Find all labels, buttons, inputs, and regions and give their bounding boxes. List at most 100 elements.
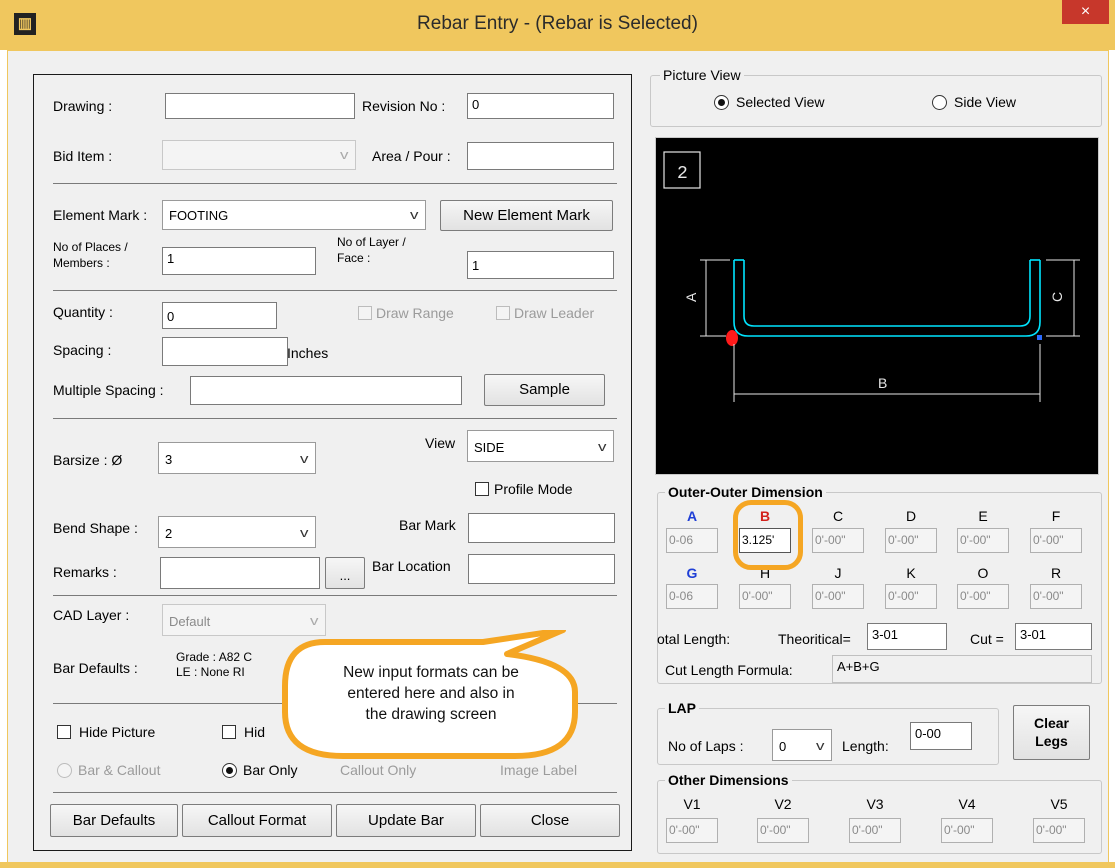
dimension-input-r[interactable]: 0'-00" bbox=[1030, 584, 1082, 609]
bar-mark-input[interactable] bbox=[468, 513, 615, 543]
cad-layer-value: Default bbox=[169, 614, 211, 629]
other-dimensions-group-label: Other Dimensions bbox=[665, 772, 792, 788]
layer-input[interactable]: 1 bbox=[467, 251, 614, 279]
window-frame-bottom bbox=[0, 862, 1115, 868]
cad-layer-label: CAD Layer : bbox=[53, 607, 130, 623]
bar-mark-label: Bar Mark bbox=[399, 517, 456, 533]
element-mark-select[interactable]: FOOTING v bbox=[162, 200, 426, 230]
chevron-down-icon: v bbox=[309, 613, 318, 628]
other-dimension-input-v5[interactable]: 0'-00" bbox=[1033, 818, 1085, 843]
other-dimension-input-v4[interactable]: 0'-00" bbox=[941, 818, 993, 843]
revision-input[interactable]: 0 bbox=[467, 93, 614, 119]
cut-length-input[interactable]: 3-01 bbox=[1015, 623, 1092, 650]
dimension-header-o: O bbox=[977, 565, 989, 581]
dimension-input-d[interactable]: 0'-00" bbox=[885, 528, 937, 553]
layer-label-line2: Face : bbox=[337, 251, 371, 265]
chevron-down-icon: v bbox=[299, 525, 308, 540]
dimension-header-f: F bbox=[1051, 508, 1061, 524]
dimension-input-k[interactable]: 0'-00" bbox=[885, 584, 937, 609]
laps-select[interactable]: 0v bbox=[772, 729, 832, 761]
lap-length-label: Length: bbox=[842, 738, 889, 754]
bar-only-radio[interactable] bbox=[222, 763, 237, 778]
field-b-highlight bbox=[733, 500, 803, 570]
section-divider bbox=[53, 595, 617, 596]
theoretical-length-input[interactable]: 3-01 bbox=[867, 623, 947, 650]
bar-location-input[interactable] bbox=[468, 554, 615, 584]
laps-value: 0 bbox=[779, 739, 787, 754]
dimension-input-g[interactable]: 0-06 bbox=[666, 584, 718, 609]
dimension-header-g: G bbox=[686, 565, 698, 581]
dimension-header-e: E bbox=[978, 508, 988, 524]
close-icon[interactable]: × bbox=[1081, 3, 1090, 20]
lap-length-input[interactable]: 0-00 bbox=[910, 722, 972, 750]
dimension-header-r: R bbox=[1050, 565, 1062, 581]
other-dimension-input-v2[interactable]: 0'-00" bbox=[757, 818, 809, 843]
lap-group-label: LAP bbox=[665, 700, 699, 716]
bar-shape-drawing: 2 A C B bbox=[663, 151, 1080, 402]
clear-legs-button[interactable]: Clear Legs bbox=[1013, 705, 1090, 760]
other-dimension-header-v4: V4 bbox=[958, 796, 976, 812]
bend-shape-value: 2 bbox=[165, 526, 173, 541]
window-title: Rebar Entry - (Rebar is Selected) bbox=[417, 13, 698, 34]
bend-shape-select[interactable]: 2v bbox=[158, 516, 316, 548]
drawing-input[interactable] bbox=[165, 93, 355, 119]
bar-location-label: Bar Location bbox=[372, 558, 451, 574]
bar-callout-label: Bar & Callout bbox=[78, 762, 161, 778]
view-select[interactable]: SIDE v bbox=[467, 430, 614, 462]
chevron-down-icon: v bbox=[597, 439, 606, 454]
profile-mode-label: Profile Mode bbox=[494, 481, 573, 497]
cut-length-formula-field[interactable]: A+B+G bbox=[832, 655, 1092, 683]
draw-leader-checkbox[interactable] bbox=[496, 306, 510, 320]
draw-range-label: Draw Range bbox=[376, 305, 454, 321]
bar-defaults-label: Bar Defaults : bbox=[53, 660, 138, 676]
chevron-down-icon: v bbox=[815, 738, 824, 753]
side-view-label: Side View bbox=[954, 94, 1017, 110]
bar-defaults-le: LE : None RI bbox=[176, 665, 245, 679]
side-view-radio[interactable] bbox=[932, 95, 947, 110]
draw-range-checkbox[interactable] bbox=[358, 306, 372, 320]
bar-callout-radio[interactable] bbox=[57, 763, 72, 778]
other-dimension-input-v1[interactable]: 0'-00" bbox=[666, 818, 718, 843]
bar-defaults-button[interactable]: Bar Defaults bbox=[50, 804, 178, 837]
update-bar-button[interactable]: Update Bar bbox=[336, 804, 476, 837]
dimension-input-f[interactable]: 0'-00" bbox=[1030, 528, 1082, 553]
dimension-input-c[interactable]: 0'-00" bbox=[812, 528, 864, 553]
clear-legs-label-line2: Legs bbox=[1035, 733, 1068, 749]
close-button[interactable]: Close bbox=[480, 804, 620, 837]
bid-item-select[interactable]: v bbox=[162, 140, 356, 170]
selected-view-radio[interactable] bbox=[714, 95, 729, 110]
hide-option-label: Hid bbox=[244, 724, 266, 740]
total-length-label: otal Length: bbox=[657, 631, 731, 647]
app-icon: ▥ bbox=[14, 13, 36, 35]
other-dimension-input-v3[interactable]: 0'-00" bbox=[849, 818, 901, 843]
hide-option-checkbox[interactable] bbox=[222, 725, 236, 739]
spacing-input[interactable] bbox=[162, 337, 288, 366]
callout-line-1: New input formats can be bbox=[343, 664, 519, 681]
layer-label-line1: No of Layer / bbox=[337, 235, 406, 249]
callout-format-button[interactable]: Callout Format bbox=[182, 804, 332, 837]
new-element-mark-button[interactable]: New Element Mark bbox=[440, 200, 613, 231]
quantity-input[interactable]: 0 bbox=[162, 302, 277, 329]
close-window-button[interactable]: × bbox=[1062, 0, 1109, 24]
dimension-input-h[interactable]: 0'-00" bbox=[739, 584, 791, 609]
callout-text: New input formats can be entered here an… bbox=[300, 662, 562, 725]
remarks-input[interactable] bbox=[160, 557, 320, 589]
dimension-input-o[interactable]: 0'-00" bbox=[957, 584, 1009, 609]
area-pour-input[interactable] bbox=[467, 142, 614, 170]
laps-label: No of Laps : bbox=[668, 738, 744, 754]
dimension-input-a[interactable]: 0-06 bbox=[666, 528, 718, 553]
dimension-input-j[interactable]: 0'-00" bbox=[812, 584, 864, 609]
shape-number: 2 bbox=[677, 164, 688, 184]
other-dimension-header-v2: V2 bbox=[774, 796, 792, 812]
multiple-spacing-input[interactable] bbox=[190, 376, 462, 405]
sample-button[interactable]: Sample bbox=[484, 374, 605, 406]
barsize-select[interactable]: 3v bbox=[158, 442, 316, 474]
places-input[interactable]: 1 bbox=[162, 247, 316, 275]
dimension-input-e[interactable]: 0'-00" bbox=[957, 528, 1009, 553]
hide-picture-checkbox[interactable] bbox=[57, 725, 71, 739]
remarks-browse-button[interactable]: ... bbox=[325, 557, 365, 589]
bar-shape-preview[interactable]: 2 A C B bbox=[655, 137, 1099, 475]
remarks-label: Remarks : bbox=[53, 564, 117, 580]
profile-mode-checkbox[interactable] bbox=[475, 482, 489, 496]
revision-label: Revision No : bbox=[362, 98, 446, 114]
